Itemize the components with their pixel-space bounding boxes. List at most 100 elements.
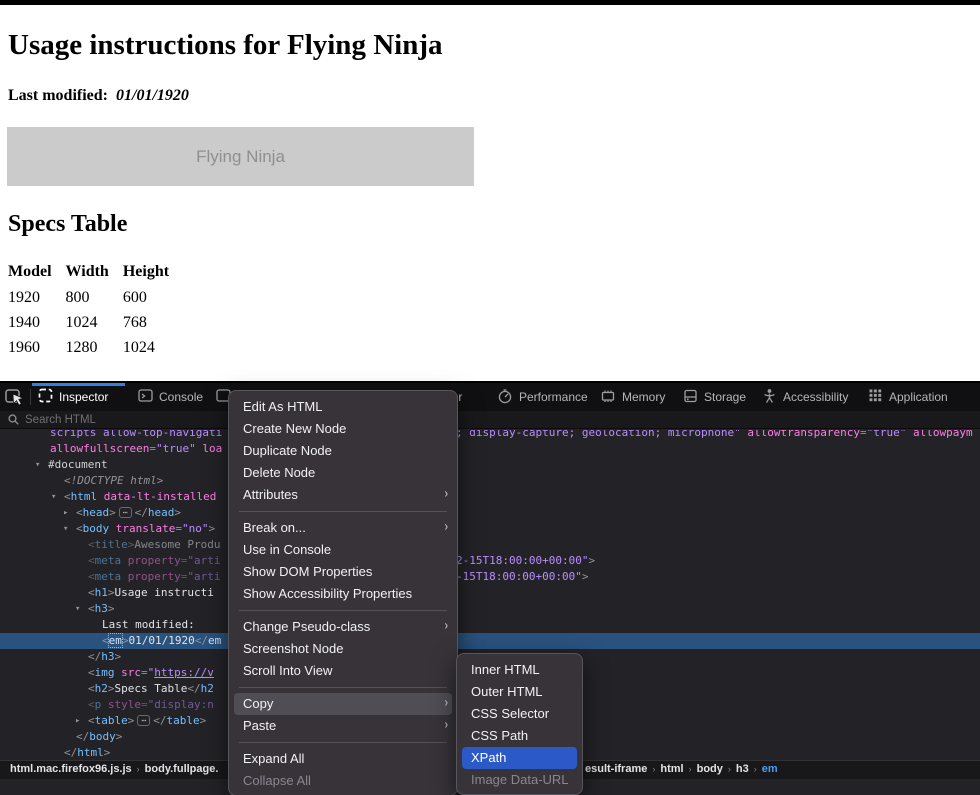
menu-item-screenshot-node[interactable]: Screenshot Node — [229, 638, 457, 660]
menu-item-create-new-node[interactable]: Create New Node — [229, 418, 457, 440]
breadcrumb-item[interactable]: body — [697, 763, 723, 775]
tab-inspector[interactable]: Inspector — [38, 383, 108, 411]
menu-item-inner-html[interactable]: Inner HTML — [457, 659, 582, 681]
menu-item-scroll-into-view[interactable]: Scroll Into View — [229, 660, 457, 682]
expand-arrow-icon[interactable]: ▸ — [75, 713, 80, 729]
menu-item-xpath[interactable]: XPath — [462, 747, 577, 769]
code-segment-punc: < — [76, 522, 83, 535]
code-segment-comment: <!DOCTYPE html> — [64, 474, 163, 487]
code-segment-punc: </ — [64, 746, 77, 759]
tab-console[interactable]: Console — [138, 383, 203, 411]
devtools-tabbar: InspectorConsoleDebuggerStyle EditorPerf… — [0, 383, 980, 411]
menu-item-css-selector[interactable]: CSS Selector — [457, 703, 582, 725]
code-segment-punc: > — [208, 522, 215, 535]
code-segment-val: "true" — [867, 430, 907, 439]
menu-item-attributes[interactable]: Attributes› — [229, 484, 457, 506]
menu-item-expand-all[interactable]: Expand All — [229, 748, 457, 770]
menu-item-delete-node[interactable]: Delete Node — [229, 462, 457, 484]
table-row: 196012801024 — [8, 335, 183, 360]
markup-row[interactable]: ▾#document — [0, 457, 980, 473]
markup-row[interactable]: ▾<body translate="no"> — [0, 521, 980, 537]
markup-row[interactable]: <meta property="arti2-15T18:00:00+00:00"… — [0, 553, 980, 569]
menu-item-copy[interactable]: Copy› — [234, 693, 452, 715]
menu-item-duplicate-node[interactable]: Duplicate Node — [229, 440, 457, 462]
markup-row[interactable]: ▾<h3> — [0, 601, 980, 617]
code-segment-attr: allowtransparency — [741, 430, 860, 439]
menu-item-show-accessibility-properties[interactable]: Show Accessibility Properties — [229, 583, 457, 605]
markup-row[interactable]: allowfullscreen="true" loa — [0, 441, 980, 457]
code-segment-tag: table — [95, 714, 128, 727]
code-right-fragment: 2-15T18:00:00+00:00"> — [456, 553, 595, 569]
code-segment-punc: > — [128, 714, 135, 727]
code-segment-punc: < — [88, 666, 95, 679]
table-cell: 800 — [66, 285, 123, 310]
code-segment-attr: translate — [109, 522, 175, 535]
markup-row[interactable]: <em>01/01/1920</em — [0, 633, 980, 649]
breadcrumb-item[interactable]: em — [762, 763, 778, 775]
submenu-chevron-icon: › — [445, 514, 448, 542]
breadcrumb-separator: › — [132, 764, 145, 774]
collapse-arrow-icon[interactable]: ▾ — [35, 457, 40, 473]
menu-item-use-in-console[interactable]: Use in Console — [229, 539, 457, 561]
breadcrumb-item[interactable]: body.fullpage. — [145, 763, 219, 775]
code-segment-punc: </ — [187, 682, 200, 695]
markup-row[interactable]: Last modified: — [0, 617, 980, 633]
code-segment-tag: h2 — [95, 682, 108, 695]
tab-storage[interactable]: Storage — [683, 383, 746, 411]
code-segment-punc: > — [116, 730, 123, 743]
element-picker-icon[interactable] — [5, 389, 27, 406]
menu-item-label: Collapse All — [243, 773, 311, 788]
menu-item-outer-html[interactable]: Outer HTML — [457, 681, 582, 703]
markup-row[interactable]: <!DOCTYPE html> — [0, 473, 980, 489]
tab-application[interactable]: Application — [868, 383, 948, 411]
submenu-chevron-icon: › — [445, 712, 448, 740]
breadcrumb-item[interactable]: h3 — [736, 763, 749, 775]
code-segment-val: 2-15T18:00:00+00:00" — [456, 554, 588, 567]
tab-performance[interactable]: Performance — [497, 383, 588, 411]
code-right-fragment: -15T18:00:00+00:00"> — [456, 569, 588, 585]
breadcrumb-separator: › — [647, 764, 660, 774]
code-segment-attr: allowfullscreen — [50, 442, 149, 455]
menu-item-label: Outer HTML — [471, 684, 543, 699]
code-segment-tag: h2 — [201, 682, 214, 695]
markup-row[interactable]: <title>Awesome Produ — [0, 537, 980, 553]
table-cell: 1024 — [66, 310, 123, 335]
column-header: Model — [8, 263, 66, 285]
menu-item-break-on[interactable]: Break on...› — [229, 517, 457, 539]
search-html-input[interactable]: Search HTML — [0, 411, 980, 429]
code-segment-attr: data-lt-installed — [97, 490, 216, 503]
markup-row[interactable]: ▸<head>⋯</head> — [0, 505, 980, 521]
menu-item-css-path[interactable]: CSS Path — [457, 725, 582, 747]
breadcrumb-separator: › — [684, 764, 697, 774]
collapse-arrow-icon[interactable]: ▾ — [63, 521, 68, 537]
tab-accessibility[interactable]: Accessibility — [762, 383, 848, 411]
markup-row[interactable]: <meta property="arti-15T18:00:00+00:00"> — [0, 569, 980, 585]
markup-row[interactable]: ▾<html data-lt-installed — [0, 489, 980, 505]
menu-item-edit-as-html[interactable]: Edit As HTML — [229, 396, 457, 418]
code-segment-tag: body — [89, 730, 116, 743]
code-segment-punc: < — [76, 506, 83, 519]
markup-row[interactable]: scripts allow-top-navigati; display-capt… — [0, 430, 980, 441]
code-segment-tag: title — [95, 538, 128, 551]
performance-icon — [497, 388, 513, 407]
code-segment-punc: > — [109, 506, 116, 519]
breadcrumb-item[interactable]: esult-iframe — [585, 763, 647, 775]
menu-item-change-pseudo-class[interactable]: Change Pseudo-class› — [229, 616, 457, 638]
collapse-arrow-icon[interactable]: ▾ — [75, 601, 80, 617]
expand-arrow-icon[interactable]: ▸ — [63, 505, 68, 521]
code-segment-badge: ⋯ — [119, 507, 132, 518]
tab-memory[interactable]: Memory — [600, 383, 665, 411]
code-segment-attr: src — [115, 666, 142, 679]
code-segment-punc: </ — [153, 714, 166, 727]
table-cell: 1024 — [123, 335, 183, 360]
menu-item-label: Copy — [243, 696, 273, 711]
markup-row[interactable]: <h1>Usage instructi — [0, 585, 980, 601]
table-cell: 1960 — [8, 335, 66, 360]
collapse-arrow-icon[interactable]: ▾ — [51, 489, 56, 505]
breadcrumb-item[interactable]: html.mac.firefox96.js.js — [10, 763, 132, 775]
breadcrumb-item[interactable]: html — [660, 763, 683, 775]
menu-item-show-dom-properties[interactable]: Show DOM Properties — [229, 561, 457, 583]
code-segment-tag: em — [208, 634, 221, 647]
menu-item-paste[interactable]: Paste› — [229, 715, 457, 737]
menu-item-collapse-all: Collapse All — [229, 770, 457, 792]
